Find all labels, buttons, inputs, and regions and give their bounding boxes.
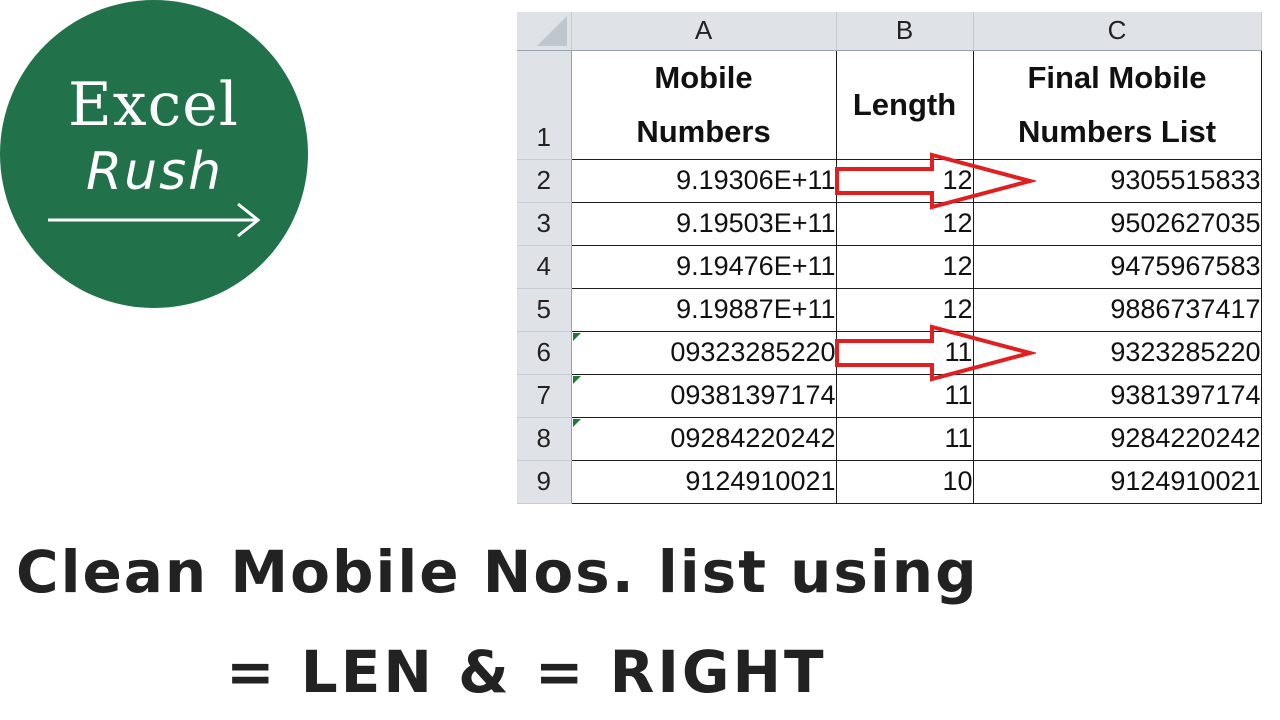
table-row: 8 09284220242 11 9284220242	[517, 417, 1262, 461]
cell-value: 09323285220	[670, 337, 836, 367]
cell-a[interactable]: 09323285220	[571, 331, 837, 375]
row-header[interactable]: 8	[517, 417, 572, 461]
header-line: Final Mobile	[1027, 59, 1207, 95]
row-header[interactable]: 1	[517, 50, 572, 160]
cell-value: 9.19476E+11	[676, 251, 836, 281]
row-header[interactable]: 3	[517, 202, 572, 246]
cell-c[interactable]: 9323285220	[973, 331, 1262, 375]
cell-a[interactable]: 9124910021	[571, 460, 837, 504]
text-number-warning-icon[interactable]	[572, 332, 581, 341]
cell-value: 10	[942, 466, 973, 496]
excel-rush-logo: Excel Rush	[0, 0, 308, 308]
table-row: 6 09323285220 11 9323285220	[517, 331, 1262, 375]
arrow-right-icon	[48, 202, 261, 238]
cell-value: 12	[942, 294, 973, 324]
header-line: Mobile	[654, 59, 753, 95]
header-line: Length	[852, 86, 957, 122]
title-line-1: Clean Mobile Nos. list using	[16, 538, 979, 606]
row-header[interactable]: 2	[517, 159, 572, 203]
table-row: 2 9.19306E+11 12 9305515833	[517, 159, 1262, 203]
cell-b[interactable]: 12	[836, 288, 974, 332]
column-header-c[interactable]: C	[973, 12, 1262, 51]
cell-value: 9323285220	[1110, 337, 1261, 367]
cell-value: 12	[942, 165, 973, 195]
table-row: 5 9.19887E+11 12 9886737417	[517, 288, 1262, 332]
cell-value: 11	[944, 337, 973, 367]
cell-c[interactable]: 9502627035	[973, 202, 1262, 246]
text-number-warning-icon[interactable]	[572, 375, 581, 384]
cell-value: 9284220242	[1110, 423, 1261, 453]
cell-b[interactable]: 10	[836, 460, 974, 504]
cell-b[interactable]: 12	[836, 159, 974, 203]
cell-a[interactable]: 09284220242	[571, 417, 837, 461]
cell-value: 9502627035	[1110, 208, 1261, 238]
cell-a[interactable]: 09381397174	[571, 374, 837, 418]
cell-a[interactable]: 9.19476E+11	[571, 245, 837, 289]
cell-b[interactable]: 11	[836, 331, 974, 375]
header-cell-length[interactable]: Length	[836, 50, 974, 160]
table-row: 7 09381397174 11 9381397174	[517, 374, 1262, 418]
select-all-corner[interactable]	[517, 12, 572, 51]
column-header-a[interactable]: A	[571, 12, 837, 51]
table-row: 3 9.19503E+11 12 9502627035	[517, 202, 1262, 246]
cell-value: 09284220242	[670, 423, 836, 453]
cell-a[interactable]: 9.19503E+11	[571, 202, 837, 246]
header-line: Numbers List	[1017, 113, 1217, 149]
cell-c[interactable]: 9886737417	[973, 288, 1262, 332]
cell-c[interactable]: 9124910021	[973, 460, 1262, 504]
cell-c[interactable]: 9305515833	[973, 159, 1262, 203]
cell-value: 9.19503E+11	[676, 208, 836, 238]
row-header[interactable]: 9	[517, 460, 572, 504]
cell-value: 9.19887E+11	[676, 294, 836, 324]
cell-value: 11	[944, 423, 973, 453]
cell-value: 9124910021	[1110, 466, 1261, 496]
header-cell-mobile-numbers[interactable]: Mobile Numbers	[571, 50, 837, 160]
cell-value: 9381397174	[1110, 380, 1261, 410]
row-header[interactable]: 6	[517, 331, 572, 375]
spreadsheet-grid: A B C 1 Mobile Numbers Length Final Mobi…	[517, 12, 1262, 504]
column-header-b[interactable]: B	[836, 12, 974, 51]
cell-b[interactable]: 11	[836, 374, 974, 418]
cell-value: 9475967583	[1110, 251, 1261, 281]
row-header[interactable]: 5	[517, 288, 572, 332]
table-row: 4 9.19476E+11 12 9475967583	[517, 245, 1262, 289]
cell-c[interactable]: 9284220242	[973, 417, 1262, 461]
cell-value: 11	[944, 380, 973, 410]
header-line: Numbers	[636, 113, 771, 149]
text-number-warning-icon[interactable]	[572, 418, 581, 427]
cell-value: 09381397174	[670, 380, 836, 410]
cell-a[interactable]: 9.19306E+11	[571, 159, 837, 203]
row-header[interactable]: 4	[517, 245, 572, 289]
logo-text-rush: Rush	[86, 142, 224, 202]
cell-value: 9886737417	[1110, 294, 1261, 324]
cell-value: 9305515833	[1110, 165, 1261, 195]
cell-c[interactable]: 9475967583	[973, 245, 1262, 289]
cell-b[interactable]: 12	[836, 245, 974, 289]
row-header[interactable]: 7	[517, 374, 572, 418]
title-line-2: = LEN & = RIGHT	[226, 638, 827, 706]
spreadsheet: A B C 1 Mobile Numbers Length Final Mobi…	[517, 12, 1262, 504]
logo-text-excel: Excel	[68, 70, 239, 140]
cell-b[interactable]: 12	[836, 202, 974, 246]
cell-a[interactable]: 9.19887E+11	[571, 288, 837, 332]
header-cell-final-mobile-numbers[interactable]: Final Mobile Numbers List	[973, 50, 1262, 160]
cell-value: 12	[942, 251, 973, 281]
cell-value: 9.19306E+11	[676, 165, 836, 195]
cell-value: 12	[942, 208, 973, 238]
cell-b[interactable]: 11	[836, 417, 974, 461]
cell-value: 9124910021	[685, 466, 836, 496]
cell-c[interactable]: 9381397174	[973, 374, 1262, 418]
table-row: 9 9124910021 10 9124910021	[517, 460, 1262, 504]
